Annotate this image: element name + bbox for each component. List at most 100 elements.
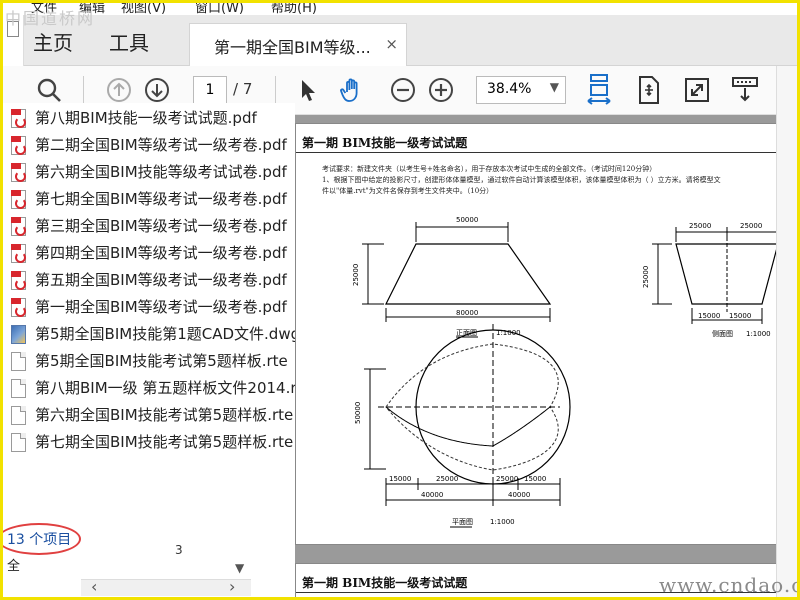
file-name: 第六期全国BIM技能考试第5题样板.rte [35, 406, 294, 424]
file-name: 第六期全国BIM技能等级考试试卷.pdf [35, 163, 287, 181]
chevron-left-icon[interactable]: ‹ [91, 577, 97, 596]
rte-file-icon [11, 406, 26, 425]
pdf-file-icon [11, 217, 26, 236]
tab-home[interactable]: 主页 [33, 27, 73, 56]
chevron-right-icon[interactable]: › [229, 577, 235, 596]
pointer-icon[interactable] [291, 74, 323, 106]
chevron-down-icon[interactable]: ▼ [235, 561, 244, 575]
list-item[interactable]: 第七期全国BIM技能考试第5题样板.rte [3, 429, 295, 455]
toolbar-separator [275, 76, 276, 104]
plan-scale: 1:1000 [490, 518, 515, 526]
file-name: 第七期全国BIM技能考试第5题样板.rte [35, 433, 294, 451]
file-name: 第三期全国BIM等级考试一级考卷.pdf [35, 217, 287, 235]
menu-bar: 文件 编辑 视图(V) 窗口(W) 帮助(H) [3, 3, 797, 15]
list-item[interactable]: 第六期全国BIM技能等级考试试卷.pdf [3, 159, 295, 185]
dwg-file-icon [11, 325, 26, 344]
list-item[interactable]: 第5期全国BIM技能考试第5题样板.rte [3, 348, 295, 374]
toolbar-separator [83, 76, 84, 104]
watermark-url: www.cndao.com [659, 573, 797, 597]
list-item[interactable]: 第八期BIM一级 第五题样板文件2014.rte [3, 375, 295, 401]
zoom-value: 38.4% [487, 81, 532, 97]
fit-width-icon[interactable] [583, 74, 615, 106]
page-number-input[interactable]: 1 [193, 76, 227, 104]
page-total: / 7 [233, 80, 253, 98]
pdf-file-icon [11, 190, 26, 209]
list-item[interactable]: 第三期全国BIM等级考试一级考卷.pdf [3, 213, 295, 239]
pdf-file-icon [11, 109, 26, 128]
tab-tools[interactable]: 工具 [109, 27, 149, 56]
pdf-file-icon [11, 136, 26, 155]
search-icon[interactable] [33, 74, 65, 106]
plan-height-dim: 50000 [354, 402, 362, 424]
fullscreen-icon[interactable] [681, 74, 713, 106]
side-top-right-dim: 25000 [740, 222, 762, 230]
file-name: 第5期全国BIM技能第1题CAD文件.dwg [35, 325, 295, 343]
status-area: 13 个项目 全 3 ▼ ‹ › [3, 523, 295, 597]
front-height-dim: 25000 [352, 264, 360, 286]
pdf-file-icon [11, 298, 26, 317]
item-count: 13 个项目 [7, 532, 72, 548]
list-item[interactable]: 第四期全国BIM等级考试一级考卷.pdf [3, 240, 295, 266]
file-name: 第七期全国BIM等级考试一级考卷.pdf [35, 190, 287, 208]
file-name: 第八期BIM技能一级考试试题.pdf [35, 109, 257, 127]
menu-window[interactable]: 窗口(W) [195, 3, 244, 15]
technical-drawing: 50000 25000 80000 正面图 1:1000 25000 25000… [352, 216, 779, 528]
file-name: 第八期BIM一级 第五题样板文件2014.rte [35, 379, 295, 397]
zoom-in-icon[interactable] [425, 74, 457, 106]
right-panel-strip[interactable] [776, 66, 797, 597]
plan-total-2: 40000 [508, 491, 530, 499]
chevron-down-icon: ▼ [549, 80, 559, 94]
hand-icon[interactable] [337, 74, 369, 106]
document-page: 第一期 BIM技能一级考试试题 考试要求：新建文件夹（以考生号+姓名命名），用于… [295, 123, 791, 545]
horizontal-scrollbar[interactable]: ‹ › [81, 577, 251, 596]
zoom-out-icon[interactable] [387, 74, 419, 106]
page-2-title: 第一期 BIM技能一级考试试题 [302, 576, 468, 590]
list-item[interactable]: 第5期全国BIM技能第1题CAD文件.dwg [3, 321, 295, 347]
pdf-file-icon [11, 163, 26, 182]
file-name: 第5期全国BIM技能考试第5题样板.rte [35, 352, 288, 370]
side-height-dim: 25000 [642, 266, 650, 288]
scroll-mode-icon[interactable] [729, 74, 761, 106]
list-item[interactable]: 第五期全国BIM等级考试一级考卷.pdf [3, 267, 295, 293]
plan-caption: 平面图 [452, 518, 473, 526]
list-item[interactable]: 第七期全国BIM等级考试一级考卷.pdf [3, 186, 295, 212]
side-bottom-left-dim: 15000 [698, 312, 720, 320]
tab-bar: 主页 工具 第一期全国BIM等级... × [3, 15, 797, 66]
plan-dim-1: 15000 [389, 475, 411, 483]
plan-view-drawing [364, 324, 571, 528]
document-viewer[interactable]: 第一期 BIM技能一级考试试题 考试要求：新建文件夹（以考生号+姓名命名），用于… [295, 115, 797, 597]
list-item[interactable]: 第一期全国BIM等级考试一级考卷.pdf [3, 294, 295, 320]
file-name: 第二期全国BIM等级考试一级考卷.pdf [35, 136, 287, 154]
file-name: 第五期全国BIM等级考试一级考卷.pdf [35, 271, 287, 289]
tab-document-label: 第一期全国BIM等级... [214, 38, 371, 57]
menu-view[interactable]: 视图(V) [121, 3, 166, 15]
file-list: 第八期BIM技能一级考试试题.pdf 第二期全国BIM等级考试一级考卷.pdf 第六… [3, 103, 295, 543]
tab-document[interactable]: 第一期全国BIM等级... × [189, 23, 407, 66]
pdf-file-icon [11, 244, 26, 263]
side-caption: 侧面图 [712, 329, 733, 338]
side-scale: 1:1000 [746, 330, 771, 338]
close-icon[interactable]: × [385, 35, 398, 53]
arrow-up-icon[interactable] [103, 74, 135, 106]
file-name: 第一期全国BIM等级考试一级考卷.pdf [35, 298, 287, 316]
plan-dim-4: 15000 [524, 475, 546, 483]
fit-page-icon[interactable] [633, 74, 665, 106]
rte-file-icon [11, 352, 26, 371]
menu-help[interactable]: 帮助(H) [271, 3, 317, 15]
watermark-logo: 中国道桥网 [5, 9, 96, 28]
status-line: 全 [7, 559, 21, 574]
arrow-down-icon[interactable] [141, 74, 173, 106]
list-item[interactable]: 第八期BIM技能一级考试试题.pdf [3, 105, 295, 131]
front-bottom-dim: 80000 [456, 309, 478, 317]
list-item[interactable]: 第六期全国BIM技能考试第5题样板.rte [3, 402, 295, 428]
rte-file-icon [11, 379, 26, 398]
front-view-drawing [362, 222, 552, 338]
file-name: 第四期全国BIM等级考试一级考卷.pdf [35, 244, 287, 262]
list-item[interactable]: 第二期全国BIM等级考试一级考卷.pdf [3, 132, 295, 158]
plan-total-1: 40000 [421, 491, 443, 499]
side-view-drawing [652, 227, 779, 324]
app-window: 文件 编辑 视图(V) 窗口(W) 帮助(H) 主页 工具 第一期全国BIM等级… [0, 0, 800, 600]
side-bottom-right-dim: 15000 [729, 312, 751, 320]
zoom-select[interactable]: 38.4% ▼ [476, 76, 566, 104]
rte-file-icon [11, 433, 26, 452]
